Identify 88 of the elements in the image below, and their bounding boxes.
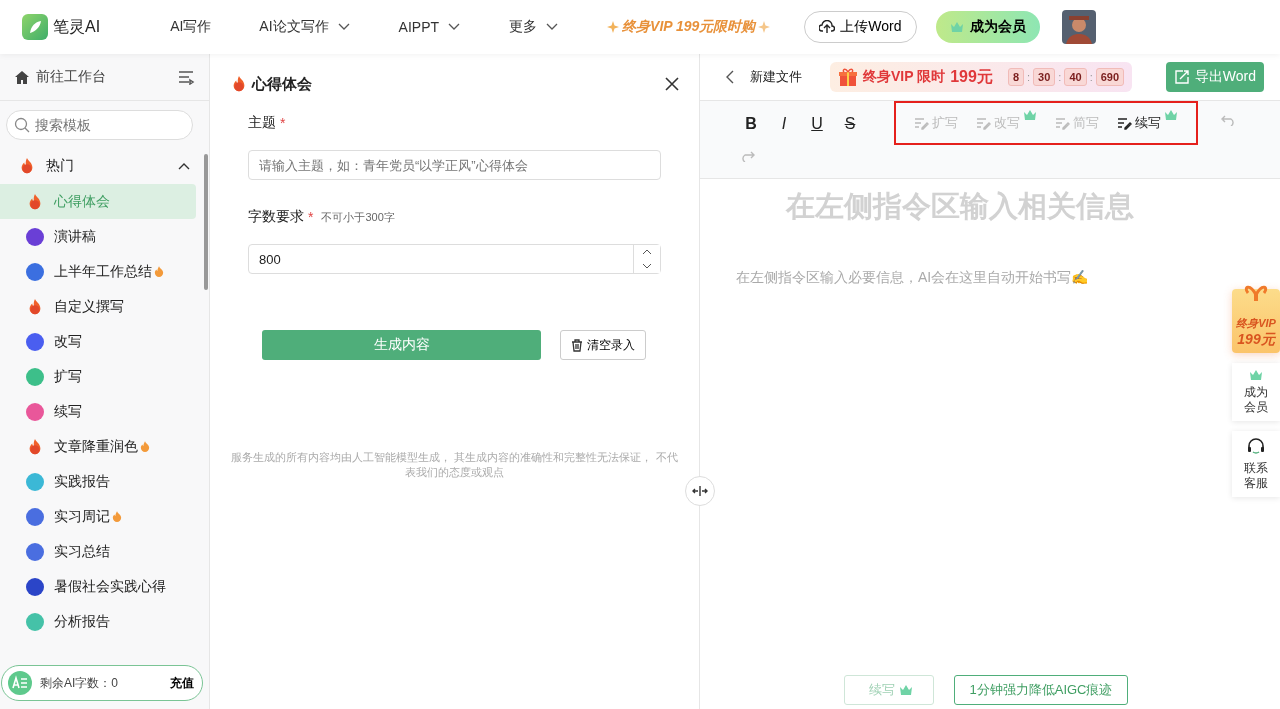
countdown-separator: :: [1058, 71, 1062, 83]
template-item[interactable]: 实习总结: [0, 534, 196, 569]
template-item[interactable]: 文章降重润色: [0, 429, 196, 464]
search-field[interactable]: 搜索模板: [6, 110, 193, 140]
sparkle-icon: [607, 21, 620, 33]
quota-icon: [8, 671, 32, 695]
countdown-separator: :: [1027, 71, 1031, 83]
quota-text: 剩余AI字数：0: [40, 674, 118, 692]
undo-arrow-icon: [1220, 113, 1236, 126]
pen-lines-icon: [1055, 116, 1070, 130]
pen-lines-icon: [1117, 116, 1132, 130]
format-button[interactable]: U: [806, 111, 828, 137]
template-item[interactable]: 自定义撰写: [0, 289, 196, 324]
clear-button[interactable]: 清空录入: [560, 330, 646, 360]
home-icon: [14, 69, 30, 85]
form-title: 心得体会: [252, 74, 312, 94]
flame-icon: [112, 510, 122, 523]
vip-label: 终身VIP: [1236, 316, 1276, 331]
field-hint: 不可小于300字: [321, 209, 395, 225]
upload-button[interactable]: 上传Word: [804, 11, 917, 43]
template-item[interactable]: 扩写: [0, 359, 196, 394]
redo-arrow-icon: [740, 149, 756, 162]
vip-price: 199元: [1237, 331, 1275, 349]
customer-service-button[interactable]: 联系客服: [1232, 431, 1280, 497]
countdown-digit: 690: [1095, 68, 1125, 86]
format-button[interactable]: B: [740, 111, 762, 137]
close-icon[interactable]: [665, 77, 679, 91]
placeholder-text: 在左侧指令区输入必要信息，AI会在这里自动开始书写✍: [736, 269, 1090, 287]
menu-icon[interactable]: [177, 69, 195, 85]
stepper[interactable]: [633, 245, 660, 273]
cloud-upload-icon: [819, 20, 836, 34]
countdown-digit: 40: [1064, 68, 1087, 86]
tool-button[interactable]: 续写: [1113, 107, 1182, 139]
vip-price: 199元: [950, 66, 993, 87]
field-label: 主题: [248, 114, 276, 132]
feather-icon: [27, 19, 43, 35]
brand-name: 笔灵AI: [53, 16, 101, 37]
countdown-digit: 30: [1033, 68, 1056, 86]
resize-arrows-icon: [692, 485, 708, 497]
template-item[interactable]: 实践报告: [0, 464, 196, 499]
reduce-aigc-button[interactable]: 1分钟强力降低AIGC痕迹: [954, 675, 1128, 705]
export-icon: [1173, 69, 1190, 85]
logo-icon[interactable]: [22, 14, 48, 40]
countdown-separator: :: [1089, 71, 1093, 83]
crown-icon: [949, 21, 964, 33]
template-item[interactable]: 暑假社会实践心得: [0, 569, 196, 604]
sparkle-icon: [758, 21, 771, 33]
required-mark: *: [280, 115, 286, 131]
search-icon: [14, 117, 30, 133]
disclaimer-text: 服务生成的所有内容均由人工智能模型生成， 其生成内容的准确性和完整性无法保证， 不代表我们的态度或观点: [230, 450, 679, 480]
category-header[interactable]: 热门: [0, 148, 209, 184]
chevron-down-icon: [642, 262, 652, 270]
nav-item[interactable]: 更多: [509, 18, 560, 36]
field-label: 字数要求: [248, 208, 304, 226]
countdown-digit: 8: [1007, 68, 1025, 86]
template-item[interactable]: 上半年工作总结: [0, 254, 196, 289]
pen-lines-icon: [914, 116, 929, 130]
vip-offer-text: 终身VIP 限时: [863, 68, 946, 86]
file-name: 新建文件: [750, 68, 802, 86]
membership-button[interactable]: 成为会员: [935, 11, 1040, 43]
membership-button[interactable]: 成为会员: [1232, 363, 1280, 421]
crown-icon: [1249, 369, 1263, 381]
required-mark: *: [308, 209, 314, 225]
recharge-button[interactable]: 充值: [170, 674, 194, 692]
topic-field[interactable]: 请输入主题，如：青年党员“以学正风”心得体会: [248, 150, 661, 180]
template-item[interactable]: 分析报告: [0, 604, 196, 639]
number-field[interactable]: 800: [248, 244, 661, 274]
template-item[interactable]: 实习周记: [0, 499, 196, 534]
nav-item[interactable]: AI论文写作: [259, 18, 351, 36]
trash-icon: [571, 338, 583, 352]
nav-item[interactable]: AI写作: [170, 18, 212, 36]
format-button[interactable]: I: [773, 111, 795, 137]
back-icon[interactable]: [724, 70, 736, 84]
avatar[interactable]: [1061, 10, 1096, 44]
workbench-link[interactable]: 前往工作台: [36, 68, 106, 86]
template-item[interactable]: 改写: [0, 324, 196, 359]
flame-icon: [140, 440, 150, 453]
flame-icon: [154, 265, 164, 278]
gift-icon: [838, 67, 858, 87]
nav-item[interactable]: AIPPT: [398, 19, 462, 35]
chevron-up-icon: [642, 248, 652, 256]
headset-icon: [1246, 437, 1266, 457]
resize-handle[interactable]: [685, 476, 715, 506]
pen-lines-icon: [976, 116, 991, 130]
format-button[interactable]: S: [839, 111, 861, 137]
vip-banner[interactable]: 终身VIP 限时 199元 8 : 30 : 40 : 690: [830, 62, 1133, 92]
template-item[interactable]: 续写: [0, 394, 196, 429]
template-item[interactable]: 演讲稿: [0, 219, 196, 254]
